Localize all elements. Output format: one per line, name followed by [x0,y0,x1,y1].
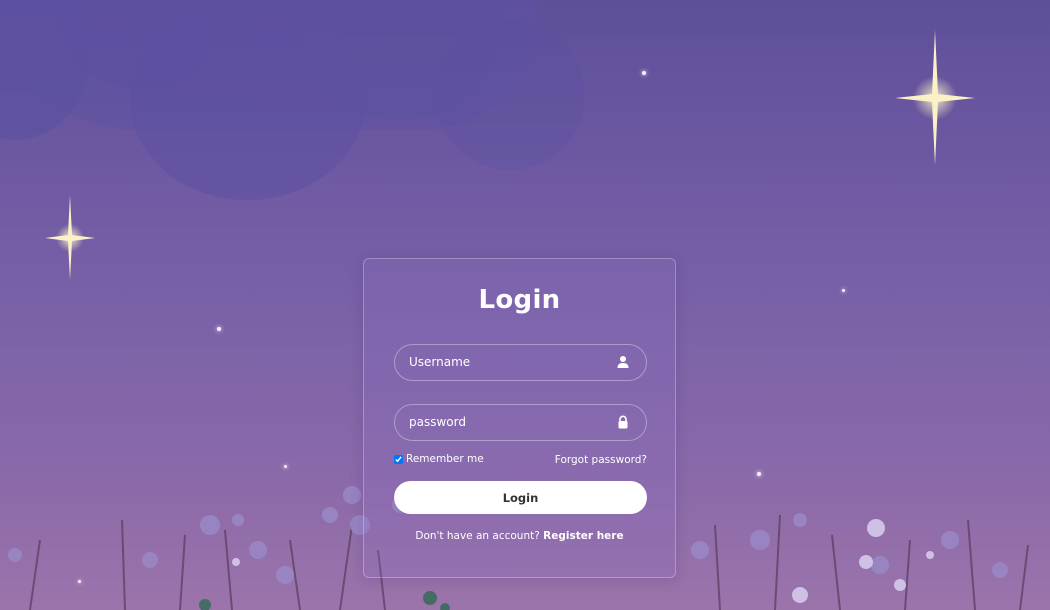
star-dot [217,327,221,331]
cloud [435,20,585,170]
password-input[interactable] [395,405,619,439]
login-options: Remember me Forgot password? [394,453,647,469]
login-title: Login [478,285,561,315]
star-dot [284,465,287,468]
register-prompt-text: Don't have an account? [415,530,540,542]
lock-icon [618,415,628,429]
login-button[interactable]: Login [394,481,647,514]
star-dot [842,289,845,292]
register-link[interactable]: Register here [543,530,623,542]
remember-me-checkbox[interactable] [394,454,403,464]
password-field [394,404,647,441]
login-card: Login Remember me Forgot password? Login [363,258,676,578]
background-scene: Login Remember me Forgot password? Login [0,0,1050,610]
user-icon [617,356,629,368]
star-dot [642,71,646,75]
username-field [394,344,647,381]
register-prompt: Don't have an account? Register here [364,530,675,542]
remember-me[interactable]: Remember me [394,453,484,465]
remember-me-label: Remember me [406,453,484,465]
sparkle-icon [895,30,975,165]
sparkle-icon [45,195,95,280]
forgot-password-link[interactable]: Forgot password? [555,454,647,466]
star-dot [757,472,761,476]
username-input[interactable] [395,345,619,379]
